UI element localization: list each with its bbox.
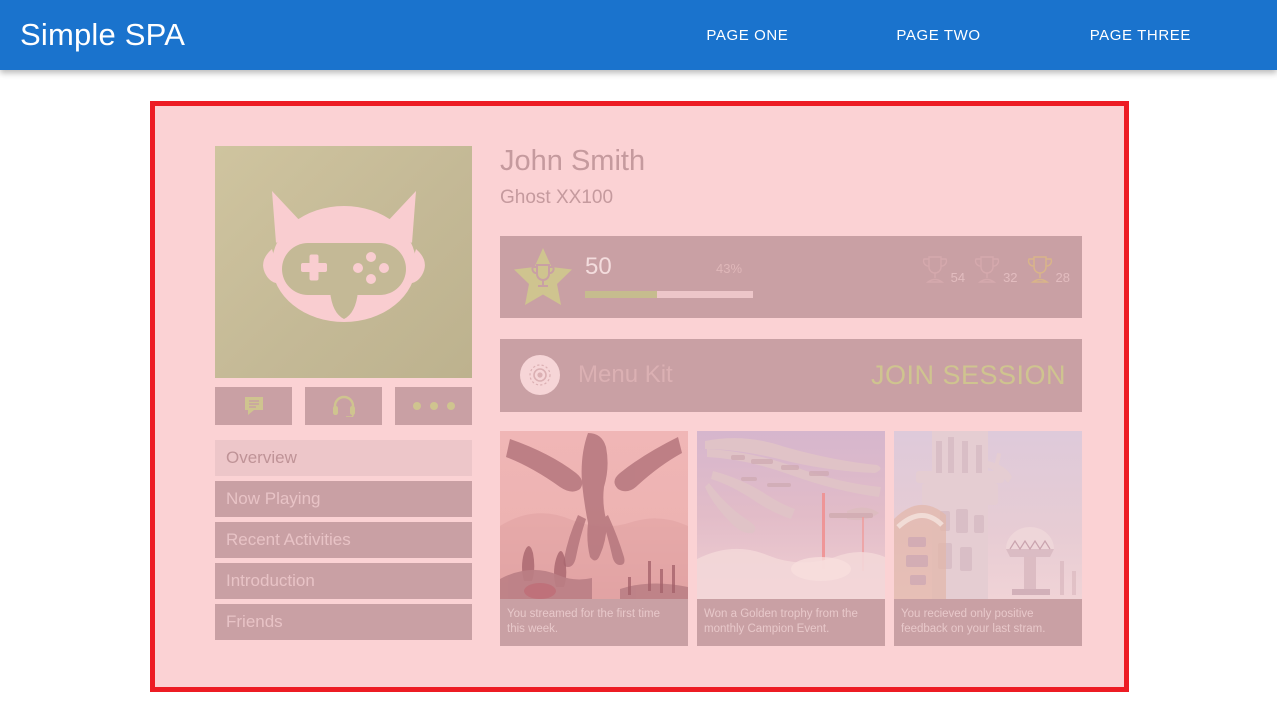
spaceship-beams-image	[697, 430, 885, 599]
futuristic-tower-observatory-image	[894, 430, 1082, 599]
activity-caption: You recieved only positive feedback on y…	[901, 607, 1046, 636]
selected-content-region: Overview Now Playing Recent Activities I…	[150, 101, 1129, 692]
dot	[429, 402, 438, 410]
profile-sidebar-menu: Overview Now Playing Recent Activities I…	[215, 440, 472, 640]
nav-link-page-three[interactable]: PAGE THREE	[1080, 19, 1201, 52]
nav-link-page-two[interactable]: PAGE TWO	[886, 19, 990, 52]
cat-gamepad-avatar-icon	[262, 191, 425, 322]
progress-percent-label: 43%	[716, 261, 743, 277]
dot	[412, 402, 421, 410]
app-title: Simple SPA	[20, 17, 186, 52]
profile-action-buttons	[215, 387, 472, 425]
profile-left-column: Overview Now Playing Recent Activities I…	[215, 146, 472, 645]
chat-bubble-icon	[244, 397, 263, 415]
app-header: Simple SPA PAGE ONE PAGE TWO PAGE THREE	[0, 0, 1277, 70]
join-session-button[interactable]: JOIN SESSION	[871, 360, 1066, 391]
profile-page-content: Overview Now Playing Recent Activities I…	[155, 106, 1124, 687]
level-progress-bar	[585, 291, 753, 299]
sidebar-item-now-playing[interactable]: Now Playing	[215, 481, 472, 517]
trophy-icon	[1027, 256, 1052, 283]
avatar[interactable]	[215, 146, 472, 378]
nav-link-page-one[interactable]: PAGE ONE	[696, 19, 798, 52]
chat-button[interactable]	[215, 387, 292, 425]
session-bar: Menu Kit JOIN SESSION	[500, 338, 1082, 412]
level-progress-fill	[585, 291, 658, 299]
headset-icon	[332, 395, 355, 417]
more-options-button[interactable]	[395, 387, 472, 425]
more-dots-icon	[412, 402, 455, 410]
sidebar-item-introduction[interactable]: Introduction	[215, 563, 472, 599]
trophy-counter[interactable]: 54	[921, 254, 965, 286]
activity-caption: You streamed for the first time this wee…	[507, 607, 660, 636]
trophy-icon	[974, 256, 1000, 283]
activity-card[interactable]: You recieved only positive feedback on y…	[894, 430, 1082, 647]
sidebar-item-recent-activities[interactable]: Recent Activities	[215, 522, 472, 558]
profile-name: John Smith	[500, 145, 646, 177]
session-title: Menu Kit	[578, 361, 673, 389]
trophy-counters: 54 32 28	[921, 254, 1070, 286]
activity-card[interactable]: Won a Golden trophy from the monthly Cam…	[697, 430, 885, 647]
dot	[446, 402, 455, 410]
star-trophy-icon	[512, 247, 574, 307]
activity-cards: You streamed for the first time this wee…	[500, 430, 1082, 647]
trophy-count-value: 28	[1055, 269, 1070, 285]
voice-chat-button[interactable]	[305, 387, 382, 425]
level-progress-group: 50 43%	[585, 255, 757, 299]
trophy-counter[interactable]: 32	[973, 254, 1018, 286]
activity-card[interactable]: You streamed for the first time this wee…	[500, 430, 688, 647]
sidebar-item-overview[interactable]: Overview	[215, 440, 472, 476]
trophy-counter[interactable]: 28	[1026, 254, 1070, 286]
record-target-icon	[520, 355, 560, 396]
level-stats-bar: 50 43% 54 32 28	[500, 235, 1082, 318]
trophy-count-value: 54	[950, 269, 966, 285]
alien-creature-landscape-image	[500, 430, 688, 599]
profile-gamertag: Ghost XX100	[500, 186, 614, 208]
activity-caption: Won a Golden trophy from the monthly Cam…	[704, 607, 858, 636]
sidebar-item-friends[interactable]: Friends	[215, 604, 472, 640]
trophy-icon	[922, 256, 947, 283]
main-navigation: PAGE ONE PAGE TWO PAGE THREE	[696, 0, 1277, 70]
trophy-count-value: 32	[1003, 269, 1018, 285]
profile-right-column: John Smith Ghost XX100 50 43% 54 32 28 M…	[500, 145, 1082, 647]
